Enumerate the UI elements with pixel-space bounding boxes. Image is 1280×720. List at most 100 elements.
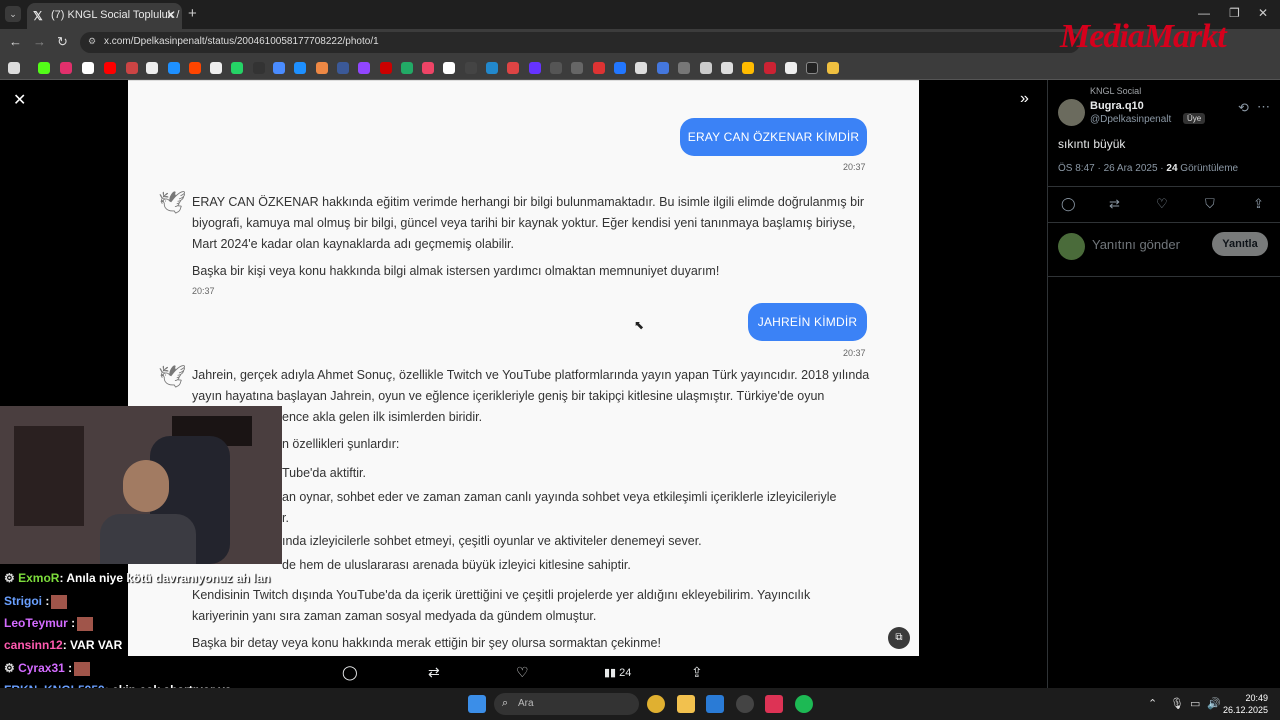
back-button[interactable]: ← (9, 34, 22, 49)
chat-line: LeoTeymur : (4, 616, 94, 631)
more-icon[interactable]: ⋯ (1257, 99, 1270, 115)
bookmark-icon[interactable] (189, 62, 201, 74)
volume-icon[interactable]: 🔊 (1207, 697, 1221, 710)
bookmark-icon[interactable]: ⛉ (1205, 196, 1215, 212)
reload-button[interactable]: ↻ (57, 34, 68, 50)
retweet-icon[interactable]: ⇄ (1109, 196, 1120, 212)
emote-icon (51, 594, 68, 609)
chrome-icon[interactable] (647, 695, 665, 713)
screen: ⌄ 𝕏 (7) KNGL Social Topluluk / X ✕ + — ❐… (0, 0, 1280, 720)
spotify-icon[interactable] (795, 695, 813, 713)
bookmark-icon[interactable] (316, 62, 328, 74)
community-label[interactable]: KNGL Social (1090, 86, 1141, 96)
bookmark-icon[interactable] (401, 62, 413, 74)
bookmark-icon[interactable] (785, 62, 797, 74)
chat-message: : (42, 594, 50, 608)
bookmark-icon[interactable] (126, 62, 138, 74)
bookmark-icon[interactable] (443, 62, 455, 74)
copy-icon[interactable]: ⧉ (888, 627, 910, 649)
bookmark-icon[interactable] (337, 62, 349, 74)
photos-icon[interactable] (706, 695, 724, 713)
reply-icon[interactable]: ◯ (342, 664, 358, 681)
collapse-panel-icon[interactable]: » (1020, 90, 1029, 108)
badge-icon: ⚙ (4, 661, 19, 675)
app-icon[interactable] (736, 695, 754, 713)
reply-icon[interactable]: ◯ (1061, 196, 1076, 212)
site-info-icon[interactable]: ⚙ (88, 36, 96, 47)
bookmark-icon[interactable] (550, 62, 562, 74)
taskbar-search[interactable]: ⌕ Ara (494, 693, 639, 715)
bookmark-icon[interactable] (700, 62, 712, 74)
bookmark-icon[interactable] (678, 62, 690, 74)
chat-line: Strigoi : (4, 594, 68, 609)
search-icon: ⌕ (502, 697, 509, 709)
bookmark-icon[interactable] (571, 62, 583, 74)
post-timestamp[interactable]: ÖS 8:47 · 26 Ara 2025 · (1058, 163, 1166, 174)
tray-chevron-icon[interactable]: ⌃ (1148, 697, 1157, 710)
bookmark-icon[interactable] (507, 62, 519, 74)
folder-icon[interactable] (827, 62, 839, 74)
retweet-icon[interactable]: ⇄ (428, 664, 440, 681)
views-button[interactable]: ▮▮ 24 (604, 666, 631, 679)
member-badge: Üye (1183, 113, 1206, 124)
message-time: 20:37 (843, 162, 866, 172)
bookmark-icon[interactable] (465, 62, 477, 74)
avatar[interactable] (1058, 99, 1085, 126)
bookmark-icon[interactable] (593, 62, 605, 74)
file-explorer-icon[interactable] (677, 695, 695, 713)
share-icon[interactable]: ⇪ (691, 664, 703, 681)
reply-button[interactable]: Yanıtla (1212, 232, 1268, 256)
maximize-button[interactable]: ❐ (1229, 6, 1240, 20)
bookmark-icon[interactable] (294, 62, 306, 74)
chat-username: Strigoi (4, 594, 42, 608)
bookmark-icon[interactable] (146, 62, 158, 74)
bookmark-icon[interactable] (60, 62, 72, 74)
bookmark-icon[interactable] (635, 62, 647, 74)
close-tab-icon[interactable]: ✕ (166, 8, 176, 22)
bookmark-icon[interactable] (529, 62, 541, 74)
user-handle[interactable]: @Dpelkasinpenalt (1090, 114, 1171, 125)
reply-text: de hem de uluslararası arenada büyük izl… (282, 558, 631, 572)
bookmark-icon[interactable] (806, 62, 818, 74)
display-icon[interactable]: ▭ (1190, 697, 1200, 710)
bookmark-icon[interactable] (742, 62, 754, 74)
bookmark-icon[interactable] (764, 62, 776, 74)
bookmark-icon[interactable] (273, 62, 285, 74)
start-icon[interactable] (468, 695, 486, 713)
bookmark-icon[interactable] (358, 62, 370, 74)
close-viewer-icon[interactable]: ✕ (13, 90, 26, 110)
grok-icon[interactable]: ⟲ (1238, 100, 1249, 116)
chat-message: : Anıla niye kötü davranıyonuz ah lan (59, 571, 271, 585)
close-window-button[interactable]: ✕ (1258, 6, 1268, 20)
post-image[interactable]: ERAY CAN ÖZKENAR KİMDİR 20:37 🕊 ERAY CAN… (128, 80, 919, 656)
bookmark-icon[interactable] (253, 62, 265, 74)
bookmark-icon[interactable] (422, 62, 434, 74)
bookmark-icon[interactable] (231, 62, 243, 74)
microphone-icon[interactable]: 🎙 (1170, 697, 1184, 710)
taskbar-clock[interactable]: 20:49 26.12.2025 (1223, 692, 1268, 716)
user-name[interactable]: Bugra.q10 (1090, 100, 1144, 112)
apps-icon[interactable] (8, 62, 20, 74)
bookmark-icon[interactable] (168, 62, 180, 74)
bookmark-icon[interactable] (486, 62, 498, 74)
like-icon[interactable]: ♡ (1156, 196, 1168, 212)
bookmark-icon[interactable] (82, 62, 94, 74)
new-tab-button[interactable]: + (188, 5, 197, 22)
like-icon[interactable]: ♡ (516, 664, 529, 681)
bookmark-icon[interactable] (721, 62, 733, 74)
reply-input[interactable]: Yanıtını gönder (1092, 237, 1180, 252)
bookmark-icon[interactable] (614, 62, 626, 74)
bookmark-icon[interactable] (104, 62, 116, 74)
clock-time: 20:49 (1245, 693, 1268, 703)
bookmark-icon[interactable] (210, 62, 222, 74)
app-icon[interactable] (765, 695, 783, 713)
share-icon[interactable]: ⇪ (1253, 196, 1264, 212)
browser-tab[interactable]: 𝕏 (7) KNGL Social Topluluk / X ✕ (27, 3, 182, 29)
bookmark-icon[interactable] (657, 62, 669, 74)
address-bar[interactable]: ⚙ x.com/Dpelkasinpenalt/status/200461005… (80, 32, 1080, 53)
tab-search-button[interactable]: ⌄ (5, 6, 21, 22)
bookmark-icon[interactable] (380, 62, 392, 74)
forward-button[interactable]: → (33, 34, 46, 49)
bookmark-icon[interactable] (38, 62, 50, 74)
chat-line: cansinn12: VAR VAR (4, 638, 122, 652)
